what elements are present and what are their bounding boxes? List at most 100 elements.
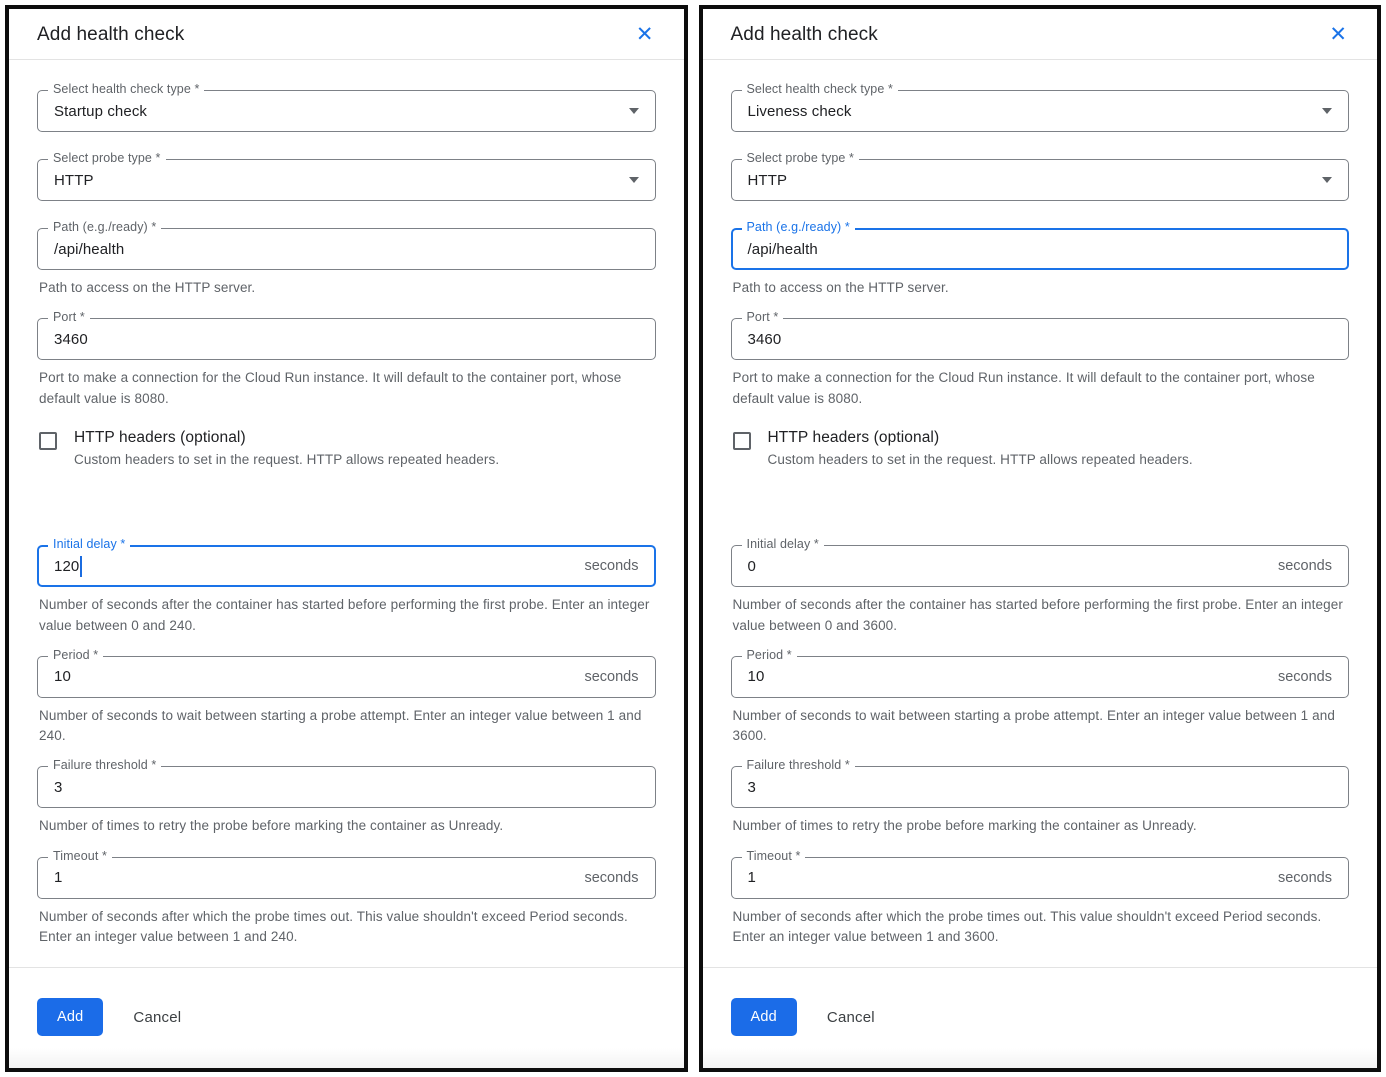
health-check-type-label: Select health check type *	[742, 82, 898, 96]
cancel-button[interactable]: Cancel	[827, 1009, 875, 1026]
port-helper-text: Port to make a connection for the Cloud …	[733, 368, 1345, 409]
close-icon[interactable]: ✕	[1327, 25, 1349, 45]
timeout-label: Timeout *	[48, 849, 112, 863]
period-helper-text: Number of seconds to wait between starti…	[39, 706, 651, 747]
timeout-label: Timeout *	[742, 849, 806, 863]
http-headers-text: HTTP headers (optional) Custom headers t…	[768, 429, 1193, 470]
bottom-scroll-shadow	[703, 1048, 1378, 1072]
http-headers-label: HTTP headers (optional)	[74, 429, 499, 447]
http-headers-label: HTTP headers (optional)	[768, 429, 1193, 447]
dropdown-arrow-icon	[1322, 177, 1332, 183]
failure-threshold-helper-text: Number of times to retry the probe befor…	[39, 816, 651, 836]
dialog-footer: Add Cancel	[703, 967, 1378, 1072]
close-icon[interactable]: ✕	[634, 25, 656, 45]
port-value: 3460	[54, 331, 88, 348]
probe-type-label: Select probe type *	[48, 151, 166, 165]
failure-threshold-value: 3	[54, 779, 62, 796]
path-field[interactable]: Path (e.g./ready) * /api/health	[731, 228, 1350, 270]
initial-delay-value: 0	[748, 558, 756, 575]
probe-type-value: HTTP	[54, 172, 94, 189]
port-field[interactable]: Port * 3460	[37, 318, 656, 360]
period-label: Period *	[742, 648, 797, 662]
period-helper-text: Number of seconds to wait between starti…	[733, 706, 1345, 747]
port-value: 3460	[748, 331, 782, 348]
dropdown-arrow-icon	[1322, 108, 1332, 114]
period-unit: seconds	[584, 669, 638, 685]
period-unit: seconds	[1278, 669, 1332, 685]
dropdown-arrow-icon	[629, 108, 639, 114]
path-value: /api/health	[748, 241, 818, 258]
dropdown-arrow-icon	[629, 177, 639, 183]
add-button[interactable]: Add	[731, 998, 797, 1036]
probe-type-select[interactable]: Select probe type * HTTP	[37, 159, 656, 201]
timeout-helper-text: Number of seconds after which the probe …	[733, 907, 1345, 948]
path-field[interactable]: Path (e.g./ready) * /api/health	[37, 228, 656, 270]
timeout-unit: seconds	[584, 870, 638, 886]
dialog-body: Select health check type * Startup check…	[9, 60, 684, 967]
http-headers-row: HTTP headers (optional) Custom headers t…	[733, 429, 1350, 470]
period-label: Period *	[48, 648, 103, 662]
timeout-field[interactable]: Timeout * 1 seconds	[731, 857, 1350, 899]
initial-delay-helper-text: Number of seconds after the container ha…	[39, 595, 651, 636]
port-field[interactable]: Port * 3460	[731, 318, 1350, 360]
failure-threshold-value: 3	[748, 779, 756, 796]
http-headers-checkbox[interactable]	[733, 432, 751, 450]
text-cursor	[80, 556, 82, 577]
two-dialog-comparison: Add health check ✕ Select health check t…	[0, 0, 1386, 1077]
dialog-title: Add health check	[731, 24, 878, 46]
http-headers-helper-text: Custom headers to set in the request. HT…	[768, 450, 1193, 470]
initial-delay-label: Initial delay *	[48, 537, 130, 551]
failure-threshold-label: Failure threshold *	[742, 758, 855, 772]
failure-threshold-field[interactable]: Failure threshold * 3	[731, 766, 1350, 808]
path-helper-text: Path to access on the HTTP server.	[733, 278, 1345, 298]
cancel-button[interactable]: Cancel	[133, 1009, 181, 1026]
timeout-helper-text: Number of seconds after which the probe …	[39, 907, 651, 948]
dialog-footer: Add Cancel	[9, 967, 684, 1072]
initial-delay-value: 120	[54, 556, 82, 577]
path-label: Path (e.g./ready) *	[48, 220, 161, 234]
probe-type-value: HTTP	[748, 172, 788, 189]
dialog-title: Add health check	[37, 24, 184, 46]
path-helper-text: Path to access on the HTTP server.	[39, 278, 651, 298]
health-check-type-value: Startup check	[54, 103, 147, 120]
period-value: 10	[54, 668, 71, 685]
period-value: 10	[748, 668, 765, 685]
failure-threshold-helper-text: Number of times to retry the probe befor…	[733, 816, 1345, 836]
path-value: /api/health	[54, 241, 124, 258]
health-check-type-label: Select health check type *	[48, 82, 204, 96]
timeout-unit: seconds	[1278, 870, 1332, 886]
dialog-header: Add health check ✕	[9, 9, 684, 60]
health-check-type-value: Liveness check	[748, 103, 852, 120]
bottom-scroll-shadow	[9, 1048, 684, 1072]
http-headers-helper-text: Custom headers to set in the request. HT…	[74, 450, 499, 470]
port-label: Port *	[742, 310, 784, 324]
health-check-type-select[interactable]: Select health check type * Liveness chec…	[731, 90, 1350, 132]
initial-delay-field[interactable]: Initial delay * 120 seconds	[37, 545, 656, 587]
path-label: Path (e.g./ready) *	[742, 220, 855, 234]
timeout-value: 1	[54, 869, 62, 886]
add-button[interactable]: Add	[37, 998, 103, 1036]
http-headers-text: HTTP headers (optional) Custom headers t…	[74, 429, 499, 470]
initial-delay-field[interactable]: Initial delay * 0 seconds	[731, 545, 1350, 587]
probe-type-label: Select probe type *	[742, 151, 860, 165]
period-field[interactable]: Period * 10 seconds	[731, 656, 1350, 698]
dialog-header: Add health check ✕	[703, 9, 1378, 60]
timeout-value: 1	[748, 869, 756, 886]
probe-type-select[interactable]: Select probe type * HTTP	[731, 159, 1350, 201]
port-helper-text: Port to make a connection for the Cloud …	[39, 368, 651, 409]
port-label: Port *	[48, 310, 90, 324]
initial-delay-unit: seconds	[1278, 558, 1332, 574]
failure-threshold-label: Failure threshold *	[48, 758, 161, 772]
initial-delay-helper-text: Number of seconds after the container ha…	[733, 595, 1345, 636]
add-health-check-dialog-liveness: Add health check ✕ Select health check t…	[699, 5, 1382, 1072]
initial-delay-unit: seconds	[584, 558, 638, 574]
add-health-check-dialog-startup: Add health check ✕ Select health check t…	[5, 5, 688, 1072]
http-headers-checkbox[interactable]	[39, 432, 57, 450]
health-check-type-select[interactable]: Select health check type * Startup check	[37, 90, 656, 132]
dialog-body: Select health check type * Liveness chec…	[703, 60, 1378, 967]
period-field[interactable]: Period * 10 seconds	[37, 656, 656, 698]
initial-delay-label: Initial delay *	[742, 537, 824, 551]
failure-threshold-field[interactable]: Failure threshold * 3	[37, 766, 656, 808]
http-headers-row: HTTP headers (optional) Custom headers t…	[39, 429, 656, 470]
timeout-field[interactable]: Timeout * 1 seconds	[37, 857, 656, 899]
